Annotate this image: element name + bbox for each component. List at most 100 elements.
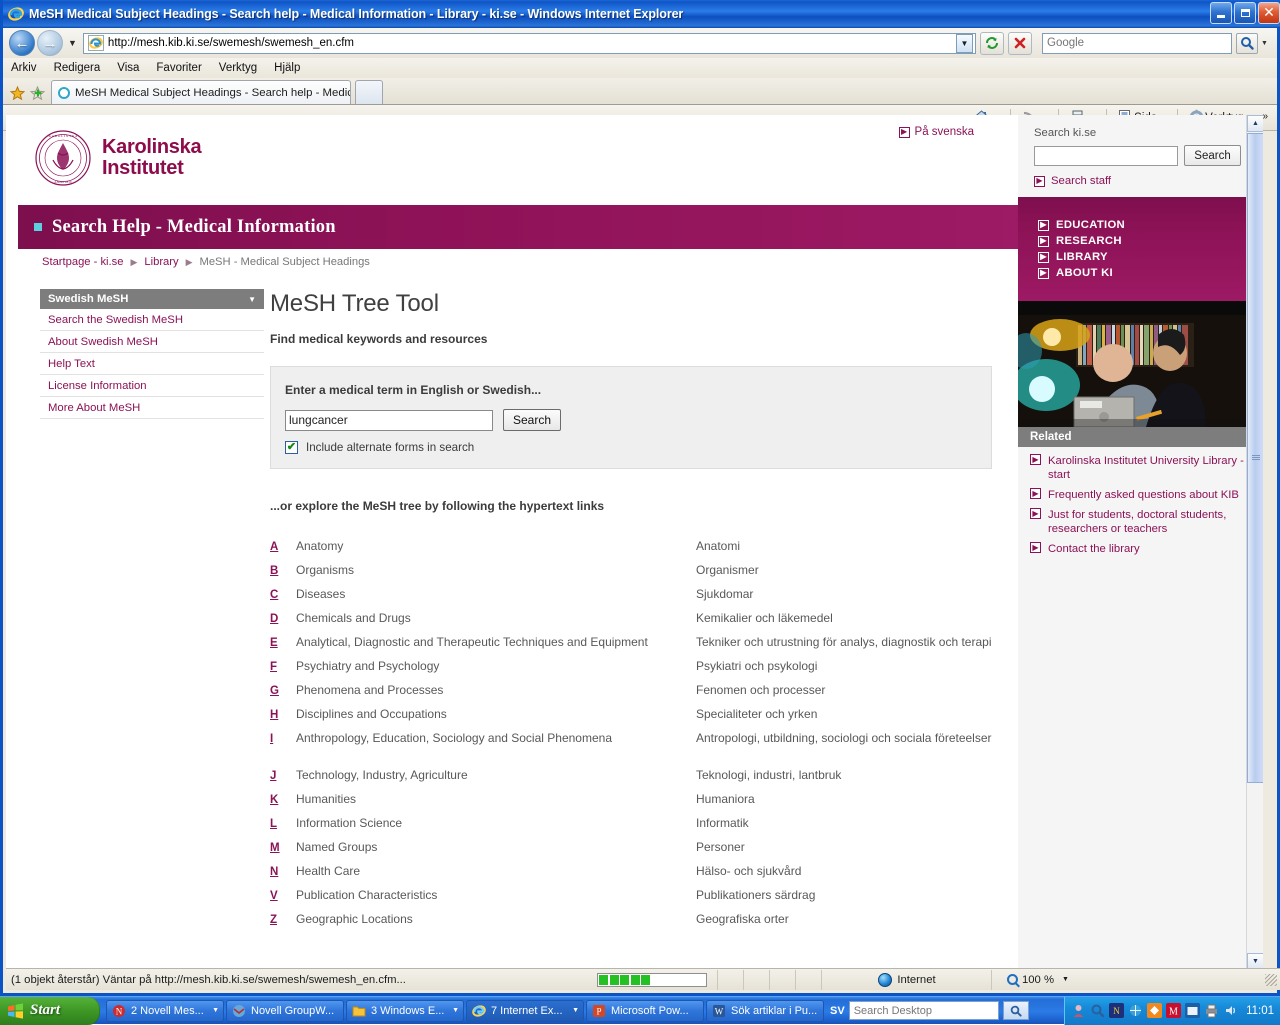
sidebar-item-license-information[interactable]: License Information [40, 375, 264, 397]
sidebar-item-about-swedish-mesh[interactable]: About Swedish MeSH [40, 331, 264, 353]
tree-en-link-z[interactable]: Geographic Locations [296, 912, 413, 926]
taskbar-item-windows-explorer[interactable]: 3 Windows E... ▼ [346, 1000, 464, 1022]
zoom-control[interactable]: 100 % ▼ [991, 970, 1083, 990]
tray-volume-icon[interactable] [1223, 1003, 1238, 1018]
tree-letter-link-d[interactable]: D [270, 613, 278, 625]
chevron-down-icon[interactable]: ▼ [248, 295, 256, 304]
breadcrumb-item-startpage[interactable]: Startpage - ki.se [42, 256, 123, 268]
language-indicator[interactable]: SV [830, 1005, 845, 1017]
menu-arkiv[interactable]: Arkiv [11, 62, 37, 74]
browser-search-go-button[interactable] [1236, 33, 1258, 54]
stop-button[interactable] [1008, 32, 1032, 55]
related-link-contact[interactable]: ▶ Contact the library [1030, 542, 1248, 556]
desktop-search-input[interactable]: Search Desktop [849, 1001, 999, 1020]
taskbar-item-internet-explorer[interactable]: 7 Internet Ex... ▼ [466, 1000, 584, 1022]
back-button[interactable]: ← [9, 30, 35, 56]
related-link-kib-start[interactable]: ▶ Karolinska Institutet University Libra… [1030, 454, 1248, 482]
site-search-button[interactable]: Search [1184, 145, 1241, 166]
tree-en-link-m[interactable]: Named Groups [296, 840, 377, 854]
tray-novell-icon[interactable]: N [1109, 1003, 1124, 1018]
tree-en-link-c[interactable]: Diseases [296, 587, 345, 601]
tray-calendar-icon[interactable] [1185, 1003, 1200, 1018]
related-link-students[interactable]: ▶ Just for students, doctoral students, … [1030, 508, 1248, 536]
tree-en-link-b[interactable]: Organisms [296, 563, 354, 577]
taskbar-item-powerpoint[interactable]: P Microsoft Pow... [586, 1000, 704, 1022]
favorites-star-icon[interactable] [7, 82, 27, 104]
scroll-up-button[interactable]: ▲ [1247, 115, 1263, 132]
tray-printer-icon[interactable] [1204, 1003, 1219, 1018]
add-to-favorites-icon[interactable] [27, 82, 47, 104]
breadcrumb-item-library[interactable]: Library [144, 256, 178, 268]
zoom-caret-icon[interactable]: ▼ [1062, 976, 1069, 983]
mesh-search-button[interactable]: Search [503, 409, 561, 431]
global-nav-education[interactable]: ▶ EDUCATION [1038, 219, 1258, 231]
tree-letter-link-f[interactable]: F [270, 661, 277, 673]
tree-en-link-g[interactable]: Phenomena and Processes [296, 683, 443, 697]
menu-redigera[interactable]: Redigera [54, 62, 101, 74]
scrollbar-thumb[interactable] [1247, 133, 1263, 783]
sidebar-item-more-about-mesh[interactable]: More About MeSH [40, 397, 264, 419]
left-nav-header[interactable]: Swedish MeSH ▼ [40, 289, 264, 309]
resize-grip-icon[interactable] [1265, 974, 1277, 986]
alternate-forms-row[interactable]: ✔ Include alternate forms in search [285, 441, 977, 454]
tree-letter-link-l[interactable]: L [270, 818, 277, 830]
chevron-down-icon[interactable]: ▼ [212, 1007, 219, 1014]
global-nav-research[interactable]: ▶ RESEARCH [1038, 235, 1258, 247]
browser-search-dropdown-icon[interactable]: ▼ [1258, 33, 1271, 54]
site-search-input[interactable] [1034, 146, 1178, 166]
chevron-down-icon[interactable]: ▼ [452, 1007, 459, 1014]
recent-pages-caret-icon[interactable]: ▼ [68, 38, 77, 48]
tree-letter-link-g[interactable]: G [270, 685, 279, 697]
tree-letter-link-v[interactable]: V [270, 890, 278, 902]
maximize-button[interactable] [1234, 2, 1256, 24]
minimize-button[interactable] [1210, 2, 1232, 24]
language-switch-link[interactable]: ▶ På svenska [899, 126, 974, 138]
tree-en-link-f[interactable]: Psychiatry and Psychology [296, 659, 439, 673]
menu-favoriter[interactable]: Favoriter [156, 62, 201, 74]
taskbar-item-word-document[interactable]: W Sök artiklar i Pu... [706, 1000, 824, 1022]
forward-button[interactable]: → [37, 30, 63, 56]
mesh-search-input[interactable] [285, 410, 493, 431]
browser-tab-active[interactable]: MeSH Medical Subject Headings - Search h… [51, 80, 351, 104]
menu-verktyg[interactable]: Verktyg [219, 62, 257, 74]
tree-letter-link-h[interactable]: H [270, 709, 278, 721]
chevron-down-icon[interactable]: ▼ [572, 1007, 579, 1014]
tree-letter-link-c[interactable]: C [270, 589, 278, 601]
tree-en-link-n[interactable]: Health Care [296, 864, 360, 878]
tree-letter-link-n[interactable]: N [270, 866, 278, 878]
browser-search-input[interactable] [1043, 35, 1231, 52]
tree-letter-link-e[interactable]: E [270, 637, 278, 649]
browser-search-box[interactable] [1042, 33, 1232, 54]
tree-letter-link-j[interactable]: J [270, 770, 276, 782]
taskbar-item-novell-groupwise[interactable]: Novell GroupW... [226, 1000, 344, 1022]
alternate-forms-checkbox[interactable]: ✔ [285, 441, 298, 454]
menu-hjalp[interactable]: Hjälp [274, 62, 300, 74]
new-tab-button[interactable] [355, 80, 383, 104]
close-button[interactable]: ✕ [1258, 2, 1280, 24]
global-nav-library[interactable]: ▶ LIBRARY [1038, 251, 1258, 263]
page-scrollbar-vertical[interactable]: ▲ ▼ [1246, 115, 1263, 970]
sidebar-item-help-text[interactable]: Help Text [40, 353, 264, 375]
related-link-faq[interactable]: ▶ Frequently asked questions about KIB [1030, 488, 1248, 502]
tree-letter-link-z[interactable]: Z [270, 914, 277, 926]
url-dropdown-icon[interactable]: ▼ [956, 34, 973, 53]
tree-en-link-a[interactable]: Anatomy [296, 539, 343, 553]
tree-letter-link-k[interactable]: K [270, 794, 278, 806]
tree-en-link-i[interactable]: Anthropology, Education, Sociology and S… [296, 731, 612, 745]
tree-en-link-j[interactable]: Technology, Industry, Agriculture [296, 768, 468, 782]
taskbar-clock[interactable]: 11:01 [1246, 1005, 1274, 1017]
search-staff-link[interactable]: ▶ Search staff [1034, 175, 1246, 187]
menu-visa[interactable]: Visa [117, 62, 139, 74]
tree-letter-link-b[interactable]: B [270, 565, 278, 577]
tree-en-link-d[interactable]: Chemicals and Drugs [296, 611, 411, 625]
tray-messenger-icon[interactable] [1071, 1003, 1086, 1018]
tree-en-link-e[interactable]: Analytical, Diagnostic and Therapeutic T… [296, 635, 648, 649]
global-nav-about-ki[interactable]: ▶ ABOUT KI [1038, 267, 1258, 279]
security-zone-indicator[interactable]: Internet [821, 970, 991, 990]
tree-en-link-v[interactable]: Publication Characteristics [296, 888, 437, 902]
tree-en-link-h[interactable]: Disciplines and Occupations [296, 707, 447, 721]
tray-search-icon[interactable] [1090, 1003, 1105, 1018]
tray-network-icon[interactable] [1128, 1003, 1143, 1018]
tree-letter-link-m[interactable]: M [270, 842, 280, 854]
tray-diamond-icon[interactable] [1147, 1003, 1162, 1018]
